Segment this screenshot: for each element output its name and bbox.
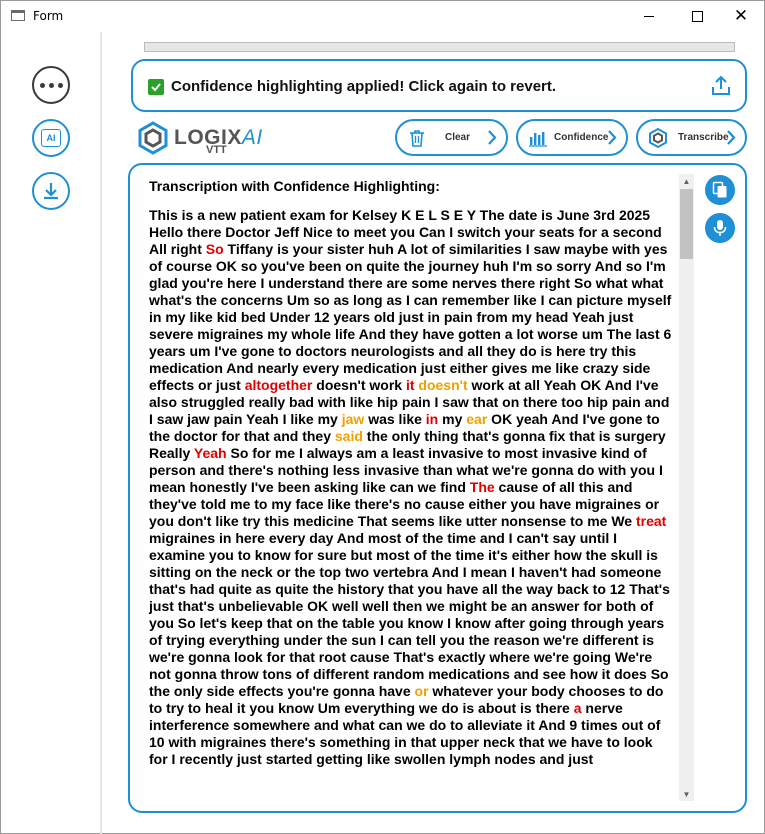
chevron-right-icon: [727, 130, 736, 145]
logo-hex-icon: [649, 128, 667, 148]
logo-subtitle: VTT: [206, 144, 227, 156]
confidence-button[interactable]: Confidence: [516, 119, 628, 156]
status-notice-text: Confidence highlighting applied! Click a…: [171, 78, 557, 95]
transcript-segment: doesn't work: [312, 377, 406, 393]
progress-bar: [144, 42, 735, 52]
low-confidence-word: in: [425, 411, 439, 427]
logo-hex-icon: [138, 121, 168, 155]
transcript-body: This is a new patient exam for Kelsey K …: [149, 207, 674, 768]
medium-confidence-word: doesn't: [418, 377, 468, 393]
ai-button[interactable]: AI: [32, 119, 70, 157]
low-confidence-word: it: [405, 377, 415, 393]
maximize-button[interactable]: [674, 1, 720, 32]
bar-chart-icon: [529, 132, 547, 147]
transcript-segment: my: [438, 411, 467, 427]
low-confidence-word: a: [573, 700, 582, 716]
app-window: Form ✕ AI Confidence highlighting applie…: [0, 0, 765, 834]
copy-icon: [712, 181, 727, 198]
transcript-textbox[interactable]: Transcription with Confidence Highlighti…: [142, 173, 697, 803]
ai-chip-icon: AI: [41, 129, 61, 147]
scrollbar-thumb[interactable]: [680, 189, 693, 259]
more-horizontal-icon: [39, 82, 63, 88]
medium-confidence-word: ear: [466, 411, 488, 427]
medium-confidence-word: jaw: [341, 411, 365, 427]
chevron-right-icon: [608, 130, 617, 145]
low-confidence-word: altogether: [244, 377, 313, 393]
clear-button-label: Clear: [445, 132, 471, 143]
title-bar: Form ✕: [1, 1, 764, 32]
medium-confidence-word: or: [414, 683, 429, 699]
chevron-right-icon: [488, 130, 497, 145]
confidence-button-label: Confidence: [554, 132, 609, 143]
low-confidence-word: So: [205, 241, 224, 257]
transcript-segment: migraines in here every day And most of …: [149, 530, 670, 699]
minimize-icon: [644, 16, 654, 17]
upload-icon[interactable]: [709, 74, 733, 98]
transcribe-button-label: Transcribe: [678, 132, 729, 143]
download-button[interactable]: [32, 172, 70, 210]
clear-button[interactable]: Clear: [395, 119, 508, 156]
close-icon: ✕: [733, 6, 749, 26]
transcript-segment: was like: [364, 411, 426, 427]
transcript-scrollbar[interactable]: ▲ ▼: [679, 174, 694, 801]
low-confidence-word: Yeah: [193, 445, 227, 461]
checkmark-icon: [148, 79, 164, 95]
scroll-down-arrow-icon[interactable]: ▼: [679, 787, 694, 801]
maximize-icon: [691, 11, 703, 22]
close-button[interactable]: ✕: [718, 1, 764, 32]
copy-button[interactable]: [705, 175, 735, 205]
scroll-up-arrow-icon[interactable]: ▲: [679, 174, 694, 188]
transcript-heading: Transcription with Confidence Highlighti…: [149, 178, 440, 194]
download-icon: [44, 183, 58, 200]
minimize-button[interactable]: [626, 1, 672, 32]
microphone-button[interactable]: [705, 213, 735, 243]
logix-ai-logo: LOGIXAI VTT: [136, 119, 276, 159]
status-notice[interactable]: Confidence highlighting applied! Click a…: [131, 59, 747, 112]
trash-icon: [410, 130, 424, 147]
microphone-icon: [713, 220, 727, 236]
logo-ai-text: AI: [241, 126, 263, 149]
sidebar-divider: [100, 32, 102, 834]
transcript-segment: Tiffany is your sister huh A lot of simi…: [149, 241, 672, 393]
more-options-button[interactable]: [32, 66, 70, 104]
medium-confidence-word: said: [334, 428, 363, 444]
window-title: Form: [33, 9, 64, 23]
transcribe-button[interactable]: Transcribe: [636, 119, 747, 156]
form-app-icon: [11, 10, 25, 21]
low-confidence-word: The: [469, 479, 495, 495]
low-confidence-word: treat: [635, 513, 667, 529]
